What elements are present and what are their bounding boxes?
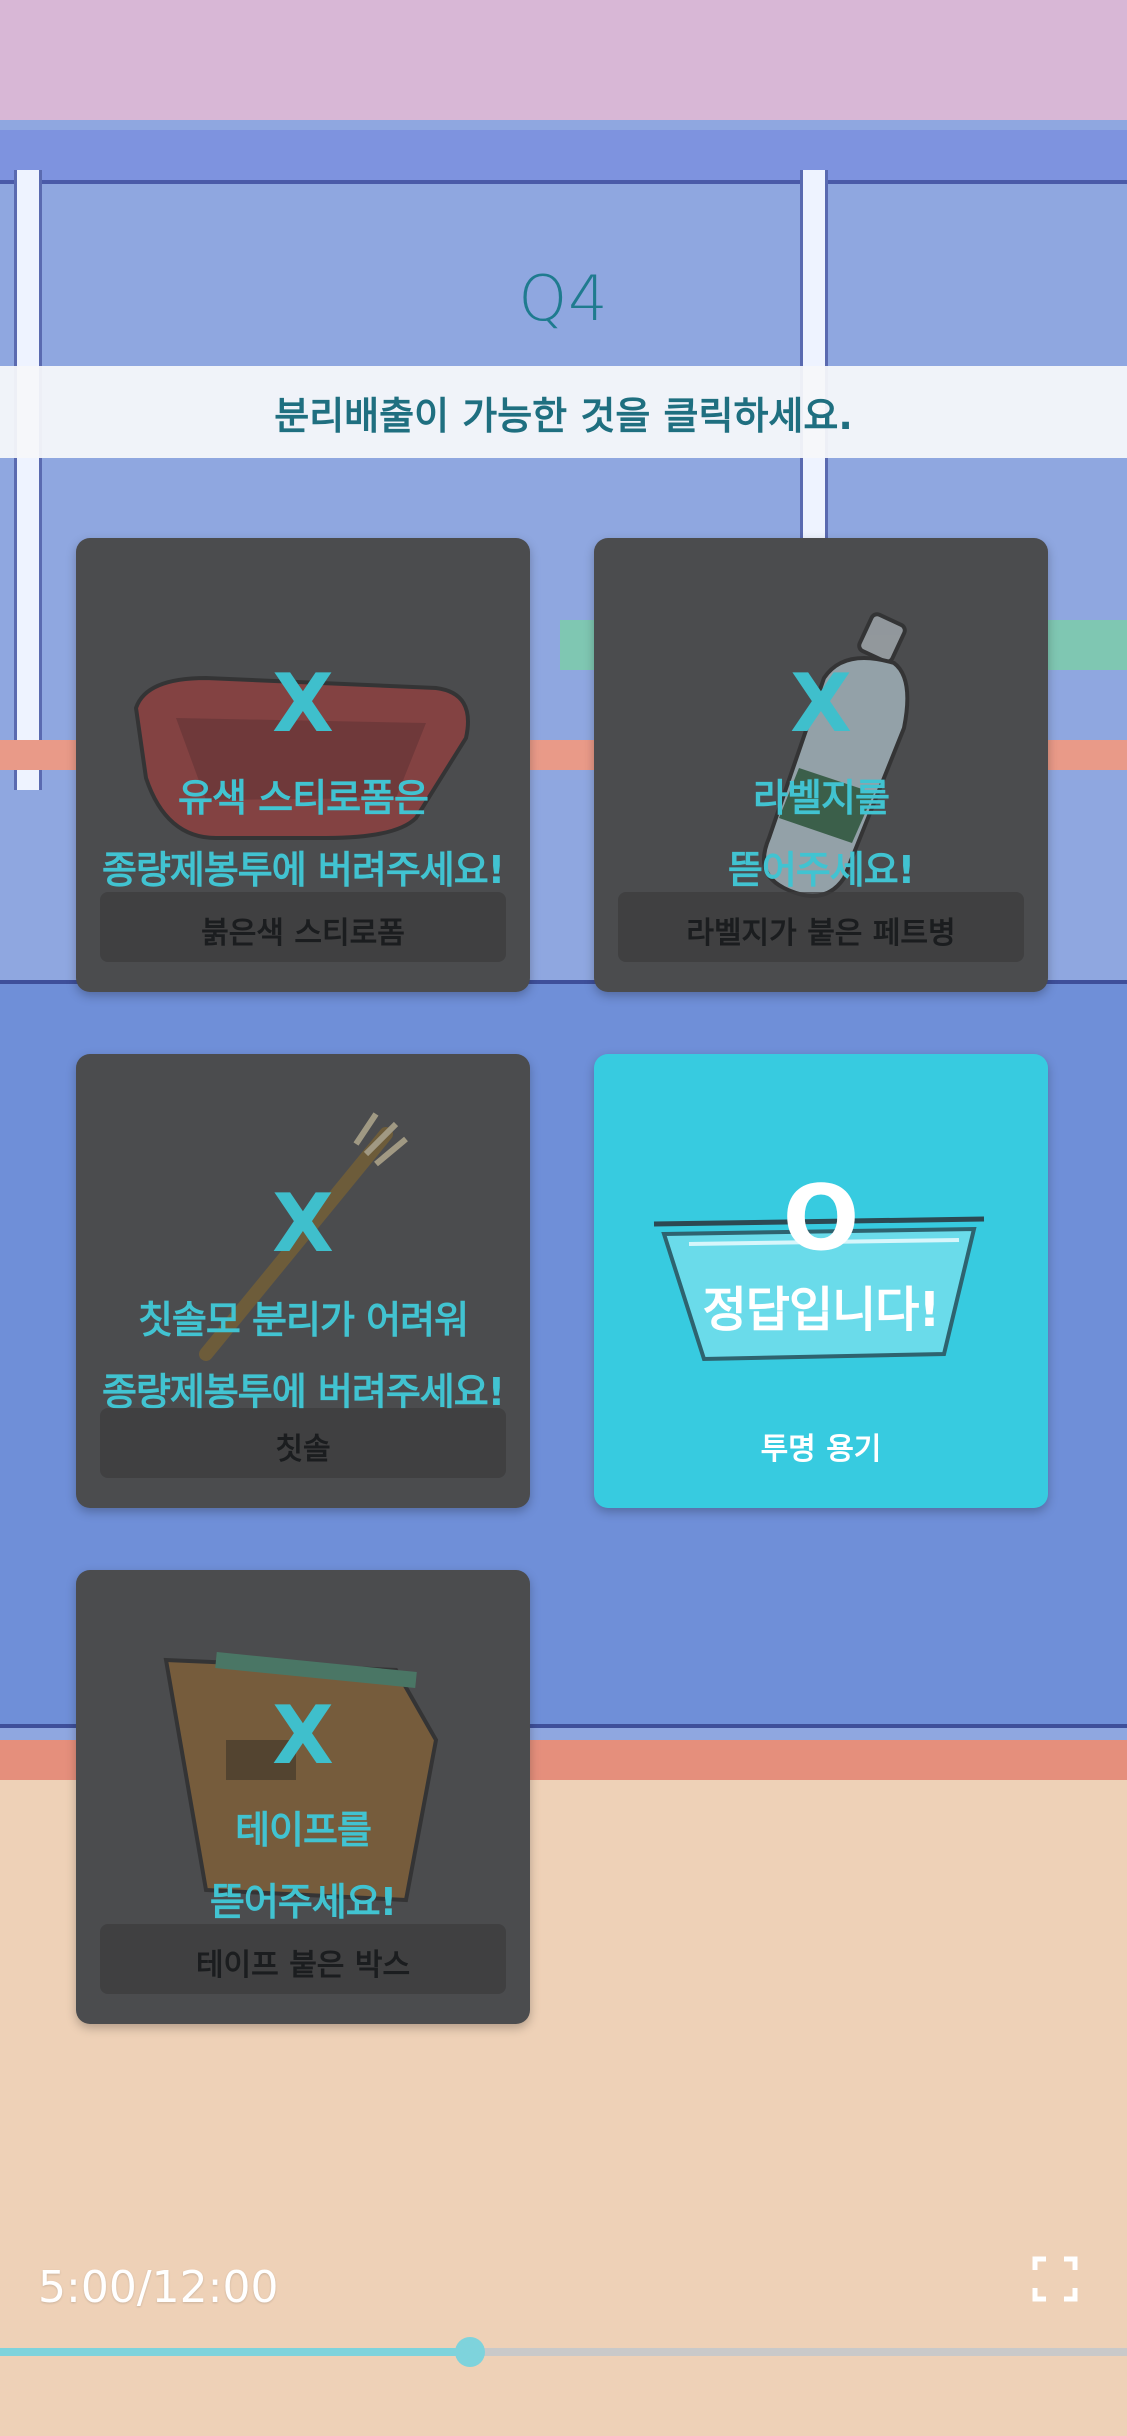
feedback-line-1: 칫솔모 분리가 어려워 — [137, 1298, 469, 1342]
item-label: 칫솔 — [275, 1432, 331, 1467]
question-instruction: 분리배출이 가능한 것을 클릭하세요. — [0, 366, 1127, 458]
item-label: 라벨지가 붙은 페트병 — [686, 916, 956, 951]
question-number: Q4 — [518, 262, 609, 335]
feedback-line-1: 유색 스티로폼은 — [178, 776, 429, 820]
instruction-text: 분리배출이 가능한 것을 클릭하세요. — [274, 393, 853, 438]
result-mark: X — [272, 1177, 334, 1270]
result-mark: X — [790, 657, 852, 750]
answer-card-taped-box[interactable]: X 테이프를 뜯어주세요! 테이프 붙은 박스 — [76, 1570, 530, 2024]
progress-knob[interactable] — [454, 2337, 485, 2367]
progress-bar[interactable] — [0, 2337, 1127, 2367]
fullscreen-icon[interactable] — [1032, 2256, 1078, 2302]
answer-card-clear-container[interactable]: O 정답입니다! 투명 용기 — [594, 1054, 1048, 1508]
item-label: 투명 용기 — [760, 1432, 882, 1467]
answer-card-red-styrofoam[interactable]: X 유색 스티로폼은 종량제봉투에 버려주세요! 붉은색 스티로폼 — [76, 538, 530, 992]
item-label: 붉은색 스티로폼 — [201, 916, 405, 951]
answer-card-toothbrush[interactable]: X 칫솔모 분리가 어려워 종량제봉투에 버려주세요! 칫솔 — [76, 1054, 530, 1508]
feedback-line-1: 라벨지를 — [753, 776, 890, 820]
result-mark: X — [272, 1689, 334, 1782]
feedback-line-1: 테이프를 — [235, 1808, 372, 1852]
awning — [0, 130, 1127, 184]
item-label: 테이프 붙은 박스 — [195, 1948, 411, 1983]
feedback-line-1: 정답입니다! — [702, 1282, 941, 1338]
result-mark: O — [782, 1166, 860, 1271]
progress-fill — [0, 2348, 470, 2356]
result-mark: X — [272, 657, 334, 750]
answer-card-pet-bottle[interactable]: X 라벨지를 뜯어주세요! 라벨지가 붙은 페트병 — [594, 538, 1048, 992]
time-display: 5:00/12:00 — [38, 2262, 279, 2313]
